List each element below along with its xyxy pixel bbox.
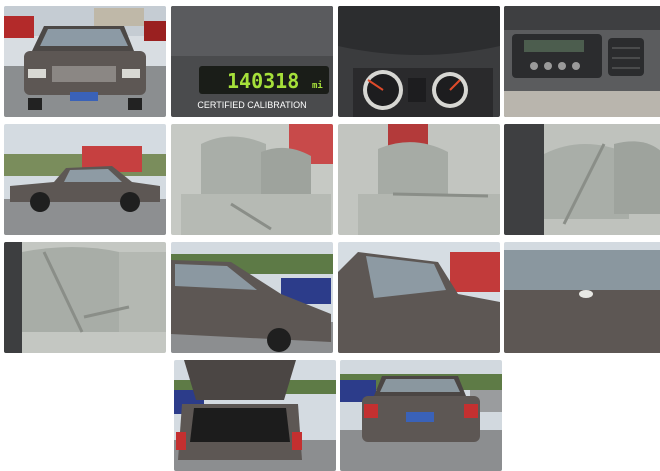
photo-odometer[interactable]: 140318 mi CERTIFIED CALIBRATION	[171, 6, 333, 117]
odometer-reading: 140318	[227, 69, 299, 93]
odometer-unit: mi	[312, 80, 323, 91]
photo-car-rear[interactable]	[340, 360, 502, 471]
photo-trunk-lid[interactable]	[504, 242, 660, 353]
photo-car-rear-window[interactable]	[338, 242, 500, 353]
photo-front-seats[interactable]	[171, 124, 333, 235]
photo-car-side[interactable]	[4, 124, 166, 235]
photo-car-front[interactable]	[4, 6, 166, 117]
photo-rear-seat-view[interactable]	[504, 124, 660, 235]
calibration-caption: CERTIFIED CALIBRATION	[197, 100, 306, 110]
photo-rear-seat[interactable]	[4, 242, 166, 353]
photo-open-trunk[interactable]	[174, 360, 336, 471]
photo-gallery: 140318 mi CERTIFIED CALIBRATION	[0, 0, 660, 471]
photo-instrument-cluster[interactable]	[338, 6, 500, 117]
photo-front-seats-passenger[interactable]	[338, 124, 500, 235]
photo-dashboard-radio[interactable]	[504, 6, 660, 117]
photo-car-rear-quarter[interactable]	[171, 242, 333, 353]
